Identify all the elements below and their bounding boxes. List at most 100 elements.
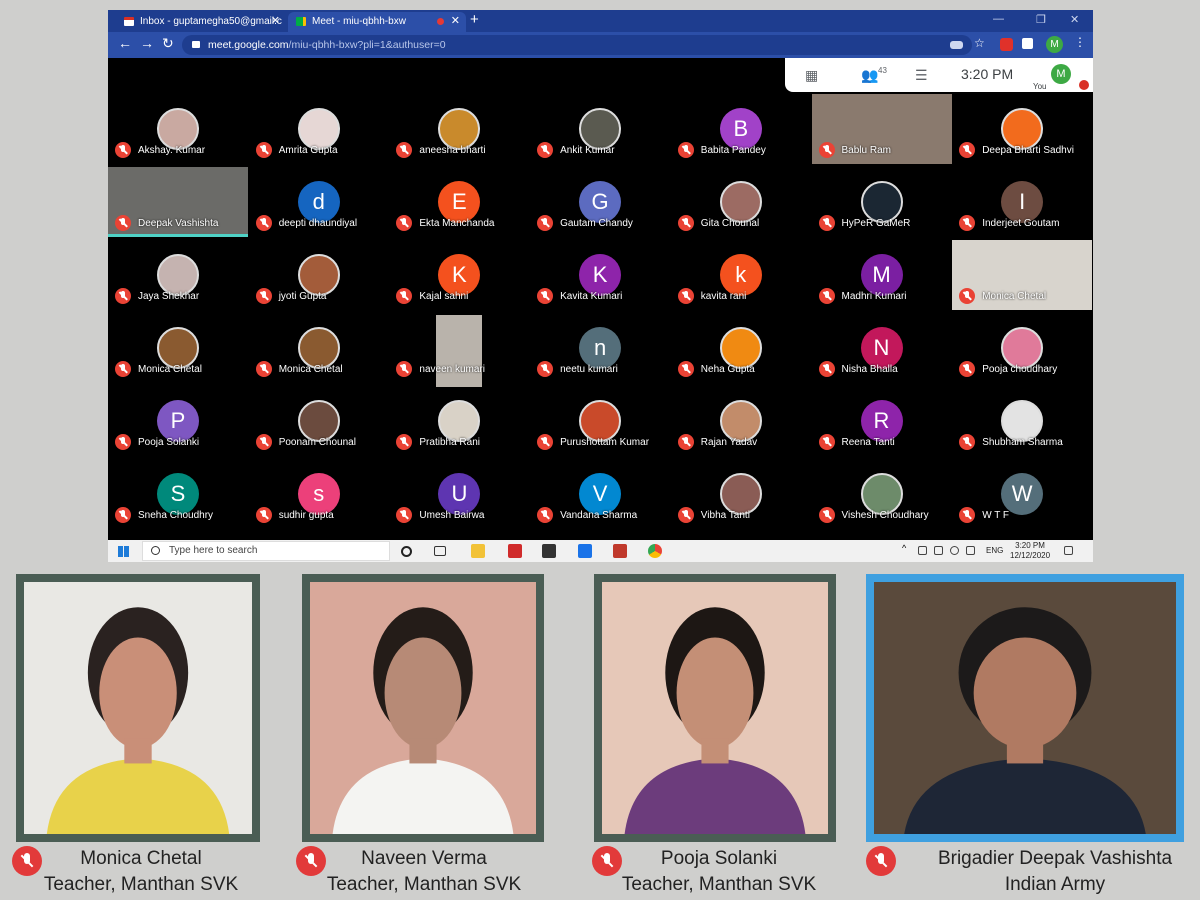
pdf-extension-icon[interactable]	[1000, 38, 1013, 51]
extensions-icon[interactable]	[1022, 38, 1033, 49]
participant-tile[interactable]: K Kajal sahni	[389, 240, 529, 310]
reload-icon[interactable]: ↻	[162, 35, 174, 52]
store-icon[interactable]	[542, 544, 556, 558]
close-icon[interactable]: ✕	[271, 12, 280, 31]
close-icon[interactable]: ✕	[451, 12, 460, 31]
participant-tile[interactable]: K Kavita Kumari	[530, 240, 670, 310]
person-silhouette	[624, 607, 806, 834]
cortana-icon[interactable]	[401, 546, 412, 557]
file-explorer-icon[interactable]	[471, 544, 485, 558]
search-icon	[151, 546, 160, 555]
speaker-video-frame	[866, 574, 1184, 842]
participant-tile[interactable]: Ankit Kumar	[530, 94, 670, 164]
self-avatar[interactable]: M	[1051, 64, 1071, 84]
profile-avatar[interactable]: M	[1046, 36, 1063, 53]
participant-video	[436, 315, 483, 387]
participant-avatar: K	[438, 254, 481, 296]
chrome-icon[interactable]	[648, 544, 662, 558]
speaker-caption: Pooja Solanki Teacher, Manthan SVK	[594, 846, 844, 898]
back-icon[interactable]: ←	[118, 35, 132, 51]
outlook-icon[interactable]	[578, 544, 592, 558]
participant-tile[interactable]: Monica Chetal	[952, 240, 1093, 310]
participant-tile[interactable]: naveen kumari	[389, 313, 529, 387]
participant-name: Jaya Shekhar	[138, 291, 200, 302]
participant-tile[interactable]: jyoti Gupta	[249, 240, 389, 310]
participant-name: W T F	[982, 510, 1010, 521]
participant-tile[interactable]: S Sneha Choudhry	[108, 459, 248, 529]
participant-tile[interactable]: Neha Gupta	[671, 313, 811, 383]
star-icon[interactable]: ☆	[974, 36, 987, 50]
participant-tile[interactable]: Jaya Shekhar	[108, 240, 248, 310]
onedrive-icon[interactable]	[918, 546, 927, 555]
tab-meet[interactable]: Meet - miu-qbhh-bxw ✕	[288, 12, 466, 32]
participant-tile[interactable]: I Inderjeet Goutam	[952, 167, 1092, 237]
participant-tile[interactable]: G Gautam Chandy	[530, 167, 670, 237]
chevron-up-icon[interactable]: ^	[902, 543, 911, 553]
participant-tile[interactable]: Bablu Ram	[811, 94, 952, 164]
window-close-icon[interactable]: ✕	[1070, 13, 1079, 26]
participant-tile[interactable]: Gita Chounal	[671, 167, 811, 237]
mail-app-icon[interactable]	[508, 544, 522, 558]
participant-tile[interactable]: n neetu kumari	[530, 313, 670, 383]
participant-name: Rajan Yadav	[700, 437, 758, 448]
participant-tile[interactable]: M Madhri Kumari	[812, 240, 952, 310]
volume-icon[interactable]	[966, 546, 975, 555]
speaker-portrait	[310, 582, 536, 834]
chat-icon[interactable]: ☰	[915, 67, 928, 84]
taskbar-search-input[interactable]: Type here to search	[142, 541, 390, 561]
participant-tile[interactable]: Pooja choudhary	[952, 313, 1092, 383]
participant-tile[interactable]: aneesha bharti	[389, 94, 529, 164]
wifi-icon[interactable]	[950, 546, 959, 555]
participant-tile[interactable]: V Vandana Sharma	[530, 459, 670, 529]
participant-avatar	[1001, 327, 1044, 369]
participant-tile[interactable]: Amrita Gupta	[249, 94, 389, 164]
task-view-icon[interactable]	[434, 546, 446, 556]
participant-avatar	[579, 400, 622, 442]
participant-avatar	[297, 108, 340, 150]
minimize-icon[interactable]: —	[993, 13, 1004, 25]
participant-tile[interactable]: N Nisha Bhalla	[812, 313, 952, 383]
participant-tile[interactable]: Shubham Sharma	[952, 386, 1092, 456]
menu-icon[interactable]: ⋮	[1074, 35, 1086, 49]
participant-tile[interactable]: Akshay. Kumar	[108, 94, 248, 164]
participant-tile[interactable]: Purushottam Kumar	[530, 386, 670, 456]
maximize-icon[interactable]: ❐	[1036, 13, 1046, 26]
participant-tile[interactable]: Deepak Vashishta	[108, 167, 248, 237]
camera-icon[interactable]	[950, 41, 963, 49]
mic-off-icon	[115, 288, 131, 304]
participant-tile[interactable]: R Reena Tanti	[812, 386, 952, 456]
participant-tile[interactable]: WW T F	[952, 459, 1092, 529]
notification-icon[interactable]	[1064, 546, 1073, 555]
windows-start-icon[interactable]	[118, 546, 129, 557]
people-icon[interactable]: 👥	[861, 67, 878, 84]
grid-layout-icon[interactable]: ▦	[805, 67, 818, 84]
participant-tile[interactable]: Monica Chetal	[249, 313, 389, 383]
participant-tile[interactable]: B Babita Pandey	[671, 94, 811, 164]
participant-tile[interactable]: U Umesh Bairwa	[389, 459, 529, 529]
windows-taskbar: Type here to search ^ ENG 3:20 PM 12/12/…	[108, 540, 1093, 562]
mic-off-icon	[396, 507, 413, 523]
participant-tile[interactable]: Pratibha Rani	[389, 386, 529, 456]
participant-tile[interactable]: Rajan Yadav	[671, 386, 811, 456]
new-tab-icon[interactable]: +	[470, 11, 479, 28]
language-indicator[interactable]: ENG	[986, 546, 1003, 555]
participant-tile[interactable]: Monica Chetal	[108, 313, 248, 383]
mic-off-icon	[677, 142, 694, 158]
participant-avatar	[438, 108, 481, 150]
participant-tile[interactable]: s sudhir gupta	[249, 459, 389, 529]
forward-icon[interactable]: →	[140, 35, 154, 51]
participant-tile[interactable]: E Ekta Manchanda	[389, 167, 529, 237]
participant-tile[interactable]: P Pooja Solanki	[108, 386, 248, 456]
participant-tile[interactable]: d deepti dhaundiyal	[249, 167, 389, 237]
reader-app-icon[interactable]	[613, 544, 627, 558]
battery-icon[interactable]	[934, 546, 943, 555]
participant-tile[interactable]: k kavita rani	[671, 240, 811, 310]
tab-gmail[interactable]: Inbox - guptamegha50@gmail.c ✕	[116, 12, 286, 32]
taskbar-clock[interactable]: 3:20 PM 12/12/2020	[1010, 541, 1050, 561]
address-bar[interactable]: meet.google.com/miu-qbhh-bxw?pli=1&authu…	[182, 35, 972, 55]
participant-tile[interactable]: Vibha Tanti	[671, 459, 811, 529]
participant-tile[interactable]: Poonam Chounal	[249, 386, 389, 456]
participant-tile[interactable]: Vishesh Choudhary	[812, 459, 952, 529]
participant-tile[interactable]: HyPeR GaMeR	[812, 167, 952, 237]
participant-tile[interactable]: Deepa Bharti Sadhvi	[952, 94, 1092, 164]
